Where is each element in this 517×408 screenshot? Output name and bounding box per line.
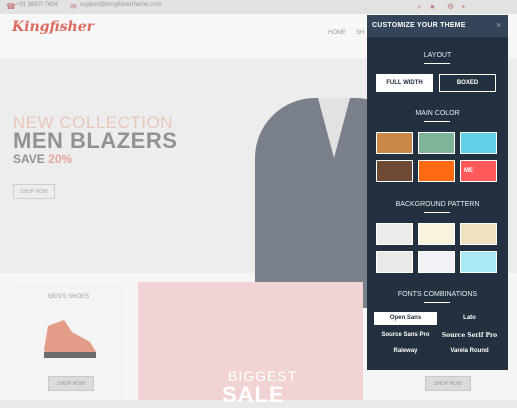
customizer-panel: CUSTOMIZE YOUR THEME × LAYOUT FULL WIDTH… bbox=[367, 15, 508, 370]
background-pattern-divider bbox=[424, 212, 450, 213]
layout-boxed-button[interactable]: BOXED bbox=[439, 74, 496, 92]
pattern-swatch-3[interactable] bbox=[460, 223, 497, 245]
font-raleway[interactable]: Raleway bbox=[374, 348, 437, 354]
layout-full-width-button[interactable]: FULL WIDTH bbox=[376, 74, 433, 92]
color-swatch-brown[interactable] bbox=[376, 160, 413, 182]
font-source-sans-pro[interactable]: Source Sans Pro bbox=[374, 332, 437, 338]
fonts-divider bbox=[424, 302, 450, 303]
color-swatch-cyan[interactable] bbox=[460, 132, 497, 154]
main-color-divider bbox=[424, 121, 450, 122]
layout-divider bbox=[424, 63, 450, 64]
font-varela-round[interactable]: Varela Round bbox=[438, 348, 501, 354]
color-swatch-coral[interactable]: ME bbox=[460, 160, 497, 182]
pattern-swatch-5[interactable] bbox=[418, 251, 455, 273]
font-lato[interactable]: Lato bbox=[438, 315, 501, 321]
color-swatch-orange[interactable] bbox=[418, 160, 455, 182]
color-swatch-orange-brown[interactable] bbox=[376, 132, 413, 154]
pattern-swatch-4[interactable] bbox=[376, 251, 413, 273]
font-open-sans[interactable]: Open Sans bbox=[374, 312, 437, 325]
panel-title: CUSTOMIZE YOUR THEME bbox=[372, 22, 466, 29]
background-pattern-title: BACKGROUND PATTERN bbox=[395, 201, 480, 208]
pattern-swatch-2[interactable] bbox=[418, 223, 455, 245]
pattern-swatch-1[interactable] bbox=[376, 223, 413, 245]
font-source-serif-pro[interactable]: Source Serif Pro bbox=[438, 332, 501, 339]
layout-title: LAYOUT bbox=[423, 52, 452, 59]
pattern-swatch-6[interactable] bbox=[460, 251, 497, 273]
swatch-label: ME bbox=[464, 168, 473, 174]
main-color-title: MAIN COLOR bbox=[415, 110, 460, 117]
close-icon[interactable]: × bbox=[496, 20, 501, 30]
color-swatch-sage[interactable] bbox=[418, 132, 455, 154]
fonts-title: FONTS COMBINATIONS bbox=[397, 291, 478, 298]
panel-header: CUSTOMIZE YOUR THEME × bbox=[367, 15, 508, 37]
